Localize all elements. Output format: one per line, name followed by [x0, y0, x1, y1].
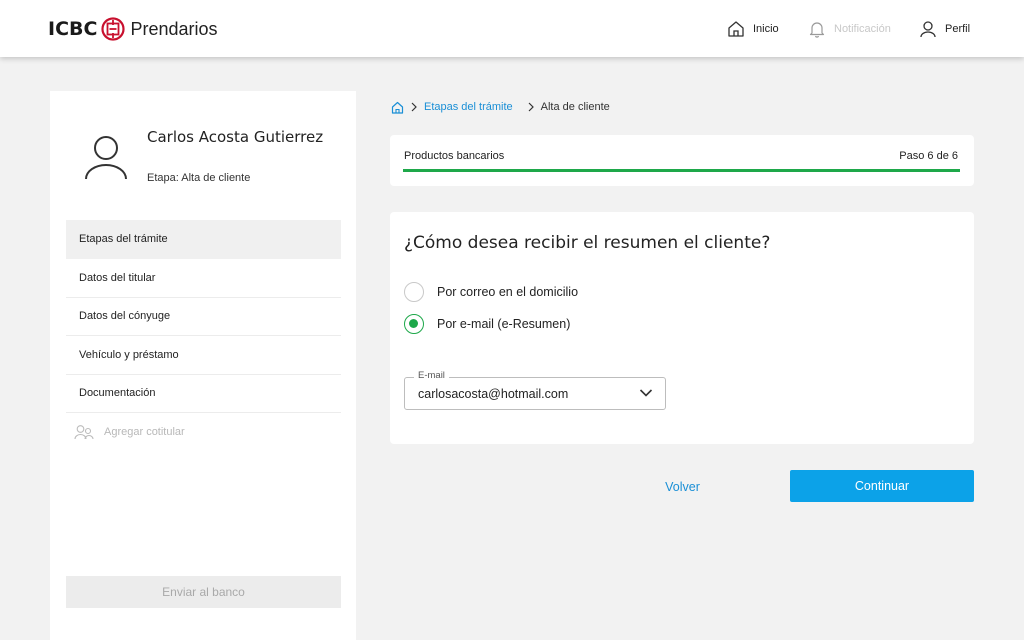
nav-home-label: Inicio: [753, 23, 779, 35]
progress-bar: [403, 169, 960, 172]
nav-profile[interactable]: Perfil: [919, 18, 970, 40]
email-select[interactable]: E-mail carlosacosta@hotmail.com: [404, 370, 666, 410]
progress-card: Productos bancarios Paso 6 de 6: [390, 135, 974, 186]
option-email[interactable]: Por e-mail (e-Resumen): [404, 313, 570, 335]
sidebar-item-label: Agregar cotitular: [104, 426, 185, 439]
profile-avatar-icon: [85, 136, 127, 180]
chevron-right-icon: [410, 102, 418, 112]
top-header: ICBC Prendarios Inicio Notificación Perf…: [0, 0, 1024, 57]
breadcrumb-link-etapas[interactable]: Etapas del trámite: [424, 101, 513, 113]
user-icon: [920, 21, 936, 38]
email-value: carlosacosta@hotmail.com: [418, 387, 569, 401]
sidebar-item-agregar-cotitular[interactable]: Agregar cotitular: [66, 413, 341, 452]
nav-home[interactable]: Inicio: [727, 18, 779, 40]
progress-bar-fill: [403, 169, 960, 172]
continue-button[interactable]: Continuar: [790, 470, 974, 502]
brand-name-icbc: ICBC: [48, 18, 98, 40]
progress-step: Paso 6 de 6: [899, 150, 958, 162]
form-question: ¿Cómo desea recibir el resumen el client…: [404, 233, 771, 253]
progress-label: Productos bancarios: [404, 150, 505, 162]
sidebar-item-label: Etapas del trámite: [79, 233, 168, 245]
chevron-right-icon: [527, 102, 535, 112]
add-users-icon: [74, 425, 94, 440]
sidebar-item-label: Datos del cónyuge: [79, 310, 171, 323]
client-stage: Etapa: Alta de cliente: [147, 172, 251, 184]
home-icon[interactable]: [391, 101, 404, 114]
sidebar-item-conyuge[interactable]: Datos del cónyuge: [66, 298, 341, 336]
sidebar-item-etapas[interactable]: Etapas del trámite: [66, 220, 341, 259]
back-button[interactable]: Volver: [640, 475, 725, 499]
brand-logo[interactable]: ICBC Prendarios: [48, 16, 218, 42]
sidebar-menu: Etapas del trámite Datos del titular Dat…: [66, 220, 341, 452]
sidebar-item-label: Datos del titular: [79, 271, 156, 284]
chevron-down-icon: [639, 389, 653, 397]
option-label: Por e-mail (e-Resumen): [437, 317, 571, 331]
nav-notifications-label: Notificación: [834, 23, 891, 35]
radio-button[interactable]: [404, 282, 424, 302]
breadcrumb-current: Alta de cliente: [540, 101, 610, 113]
bell-icon: [809, 22, 825, 38]
sidebar-item-documentacion[interactable]: Documentación: [66, 375, 341, 413]
option-label: Por correo en el domicilio: [437, 285, 579, 299]
sidebar-item-vehiculo[interactable]: Vehículo y préstamo: [66, 336, 341, 375]
brand-name-prendarios: Prendarios: [130, 18, 218, 39]
home-icon: [728, 21, 744, 37]
radio-button[interactable]: [404, 314, 424, 334]
sidebar: Carlos Acosta Gutierrez Etapa: Alta de c…: [50, 91, 356, 640]
nav-notifications[interactable]: Notificación: [808, 18, 891, 40]
sidebar-item-label: Vehículo y préstamo: [79, 348, 179, 361]
icbc-seal-icon: [101, 17, 126, 41]
sidebar-item-titular[interactable]: Datos del titular: [66, 259, 341, 298]
send-to-bank-button[interactable]: Enviar al banco: [66, 576, 341, 608]
delivery-form-card: ¿Cómo desea recibir el resumen el client…: [390, 212, 974, 444]
sidebar-item-label: Documentación: [79, 387, 156, 400]
email-field-label: E-mail: [414, 370, 449, 381]
client-name: Carlos Acosta Gutierrez: [147, 128, 324, 146]
nav-profile-label: Perfil: [945, 23, 971, 35]
breadcrumb: Etapas del trámite Alta de cliente: [391, 99, 610, 115]
option-postal-mail[interactable]: Por correo en el domicilio: [404, 281, 578, 303]
